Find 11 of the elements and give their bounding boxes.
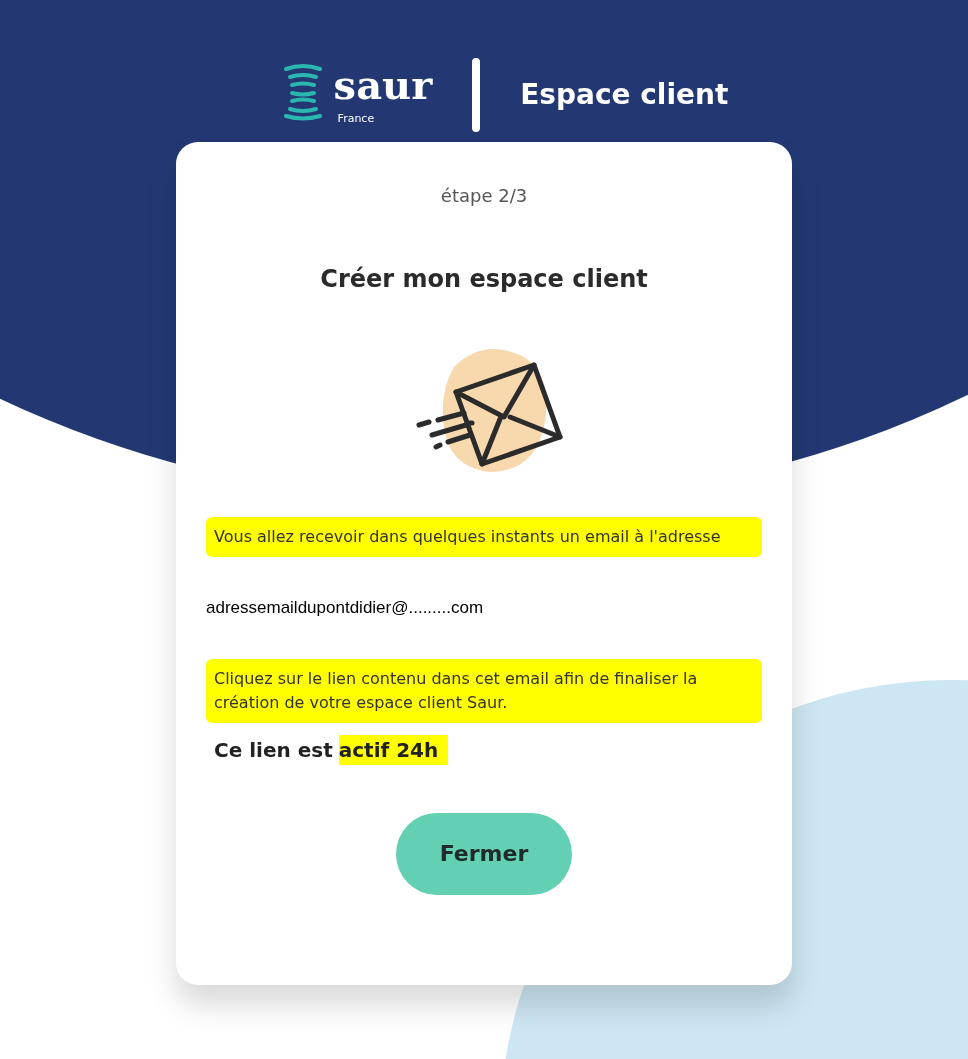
step-indicator: étape 2/3 xyxy=(440,184,528,208)
message-text: Vous allez recevoir dans quelques instants un email à l'adresse xyxy=(206,517,762,557)
message-text: Cliquez sur le lien contenu dans cet email afin de finaliser la création de votre espace client Saur. xyxy=(206,658,762,723)
close-button[interactable]: Fermer xyxy=(396,812,572,895)
notice-text: actif 24h xyxy=(338,734,449,765)
card-title: Créer mon espace client xyxy=(320,264,648,295)
logo-wordmark: saur xyxy=(333,62,433,107)
logo-subtext: France xyxy=(337,110,376,127)
email-address: adressemaildupontdidier@.........com xyxy=(206,597,485,619)
notice-text: Ce lien est xyxy=(214,736,333,764)
header-title: Espace client xyxy=(520,77,729,113)
